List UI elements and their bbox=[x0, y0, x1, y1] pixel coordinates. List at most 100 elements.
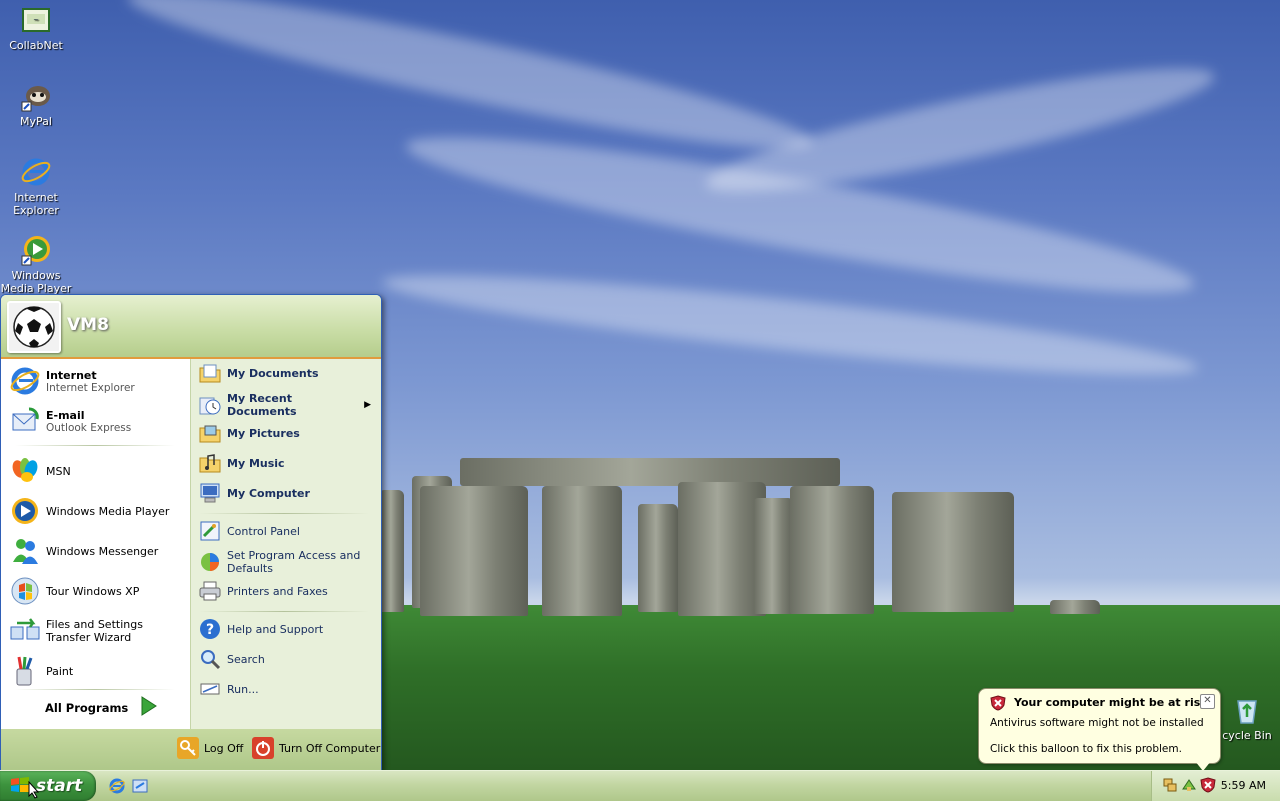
setting-label: Printers and Faxes bbox=[227, 584, 328, 598]
all-programs-button[interactable]: All Programs bbox=[45, 695, 158, 720]
recent-label: MSN bbox=[46, 464, 71, 478]
collabnet-icon: ~ bbox=[20, 4, 52, 36]
desktop-icon-label: cycle Bin bbox=[1222, 729, 1272, 742]
paint-icon bbox=[9, 655, 41, 687]
submenu-arrow-icon: ▶ bbox=[364, 400, 371, 410]
pinned-title: E-mail bbox=[46, 408, 85, 422]
all-programs-label: All Programs bbox=[45, 700, 129, 715]
help-icon: ? bbox=[199, 618, 221, 640]
desktop-icon-recycle-bin[interactable]: cycle Bin bbox=[1214, 694, 1280, 742]
tray-update-icon[interactable] bbox=[1181, 777, 1197, 796]
fallen-stone bbox=[1050, 600, 1100, 614]
transfer-wizard-icon bbox=[9, 615, 41, 647]
tray-security-shield-icon[interactable] bbox=[1200, 777, 1216, 796]
quick-launch-show-desktop-icon[interactable] bbox=[131, 777, 149, 798]
svg-text:?: ? bbox=[206, 622, 214, 638]
tour-windows-xp-icon bbox=[9, 575, 41, 607]
my-pictures-folder-icon bbox=[199, 422, 221, 444]
control-panel-icon bbox=[199, 520, 221, 542]
log-off-button[interactable]: Log Off bbox=[177, 737, 243, 759]
recent-label: Tour Windows XP bbox=[46, 584, 140, 598]
mouse-cursor-icon bbox=[28, 780, 40, 802]
taskbar: start 5:59 AM bbox=[0, 770, 1280, 801]
recent-tour-windows-xp[interactable]: Tour Windows XP bbox=[9, 575, 185, 607]
separator bbox=[15, 689, 175, 690]
place-my-pictures[interactable]: My Pictures bbox=[199, 422, 375, 444]
tool-label: Search bbox=[227, 652, 265, 666]
pinned-internet[interactable]: Internet Internet Explorer bbox=[9, 365, 185, 397]
log-off-key-icon bbox=[177, 737, 199, 759]
setting-program-access-defaults[interactable]: Set Program Access and Defaults bbox=[199, 549, 375, 575]
recent-documents-clock-icon bbox=[199, 394, 221, 416]
recent-windows-messenger[interactable]: Windows Messenger bbox=[9, 535, 185, 567]
start-menu-places-column: My Documents My Recent Documents ▶ My Pi… bbox=[190, 359, 381, 729]
outlook-express-icon bbox=[9, 405, 41, 437]
lintel-stone bbox=[460, 458, 840, 486]
setting-control-panel[interactable]: Control Panel bbox=[199, 520, 375, 542]
pinned-subtitle: Internet Explorer bbox=[46, 381, 135, 394]
system-tray: 5:59 AM bbox=[1151, 771, 1280, 801]
security-alert-balloon[interactable]: Your computer might be at risk Antivirus… bbox=[978, 688, 1221, 764]
quick-launch-internet-explorer-icon[interactable] bbox=[108, 777, 126, 798]
svg-text:~: ~ bbox=[33, 16, 39, 24]
desktop-icon-mypal[interactable]: MyPal bbox=[0, 80, 72, 128]
place-label: My Music bbox=[227, 456, 285, 470]
recent-msn[interactable]: MSN bbox=[9, 455, 185, 487]
my-computer-icon bbox=[199, 482, 221, 504]
place-my-recent-documents[interactable]: My Recent Documents ▶ bbox=[199, 392, 375, 418]
setting-printers-and-faxes[interactable]: Printers and Faxes bbox=[199, 580, 375, 602]
balloon-title: Your computer might be at risk bbox=[1014, 696, 1208, 709]
place-my-documents[interactable]: My Documents bbox=[199, 362, 375, 384]
system-clock[interactable]: 5:59 AM bbox=[1221, 779, 1266, 792]
windows-media-player-icon bbox=[20, 234, 52, 266]
tray-network-icon[interactable] bbox=[1162, 777, 1178, 796]
recent-files-and-settings-transfer-wizard[interactable]: Files and Settings Transfer Wizard bbox=[9, 615, 185, 647]
start-label: start bbox=[36, 776, 83, 796]
search-icon bbox=[199, 648, 221, 670]
printer-icon bbox=[199, 580, 221, 602]
setting-label: Control Panel bbox=[227, 524, 300, 538]
tool-search[interactable]: Search bbox=[199, 648, 375, 670]
desktop-icon-windows-media-player[interactable]: Windows Media Player bbox=[0, 234, 72, 295]
recent-label: Windows Messenger bbox=[46, 544, 159, 558]
recent-paint[interactable]: Paint bbox=[9, 655, 185, 687]
pinned-email[interactable]: E-mail Outlook Express bbox=[9, 405, 185, 437]
separator bbox=[15, 445, 175, 446]
close-icon[interactable]: ✕ bbox=[1200, 694, 1215, 709]
green-arrow-icon bbox=[138, 695, 158, 720]
start-menu: VM8 Internet Internet Explorer E-mail Outl… bbox=[0, 294, 382, 772]
start-menu-programs-column: Internet Internet Explorer E-mail Outlook … bbox=[1, 359, 190, 729]
tool-label: Run... bbox=[227, 682, 259, 696]
recent-label: Windows Media Player bbox=[46, 504, 170, 518]
mypal-raccoon-icon bbox=[20, 80, 52, 112]
tool-help-and-support[interactable]: ? Help and Support bbox=[199, 618, 375, 640]
windows-media-player-icon bbox=[9, 495, 41, 527]
desktop-icon-internet-explorer[interactable]: Internet Explorer bbox=[0, 156, 72, 217]
standing-stone bbox=[420, 486, 528, 616]
desktop-icon-label: MyPal bbox=[20, 115, 52, 128]
desktop-icon-label: Internet Explorer bbox=[13, 191, 59, 217]
windows-messenger-icon bbox=[9, 535, 41, 567]
turn-off-label: Turn Off Computer bbox=[279, 741, 381, 755]
place-my-computer[interactable]: My Computer bbox=[199, 482, 375, 504]
desktop-icon-collabnet[interactable]: ~ CollabNet bbox=[0, 4, 72, 52]
tool-run[interactable]: Run... bbox=[199, 678, 375, 700]
place-label: My Computer bbox=[227, 486, 310, 500]
recycle-bin-icon bbox=[1231, 694, 1263, 726]
my-documents-folder-icon bbox=[199, 362, 221, 384]
desktop-icon-label: CollabNet bbox=[9, 39, 63, 52]
start-button[interactable]: start bbox=[0, 771, 96, 801]
run-icon bbox=[199, 678, 221, 700]
turn-off-computer-button[interactable]: Turn Off Computer bbox=[252, 737, 380, 759]
standing-stone bbox=[638, 504, 678, 612]
pinned-subtitle: Outlook Express bbox=[46, 421, 132, 434]
pinned-title: Internet bbox=[46, 368, 97, 382]
standing-stone bbox=[380, 490, 404, 612]
standing-stone bbox=[678, 482, 766, 616]
user-avatar-soccer-ball-icon[interactable] bbox=[7, 301, 61, 353]
balloon-action-text: Click this balloon to fix this problem. bbox=[990, 743, 1182, 755]
place-my-music[interactable]: My Music bbox=[199, 452, 375, 474]
setting-label: Set Program Access and Defaults bbox=[227, 549, 361, 575]
my-music-folder-icon bbox=[199, 452, 221, 474]
recent-windows-media-player[interactable]: Windows Media Player bbox=[9, 495, 185, 527]
